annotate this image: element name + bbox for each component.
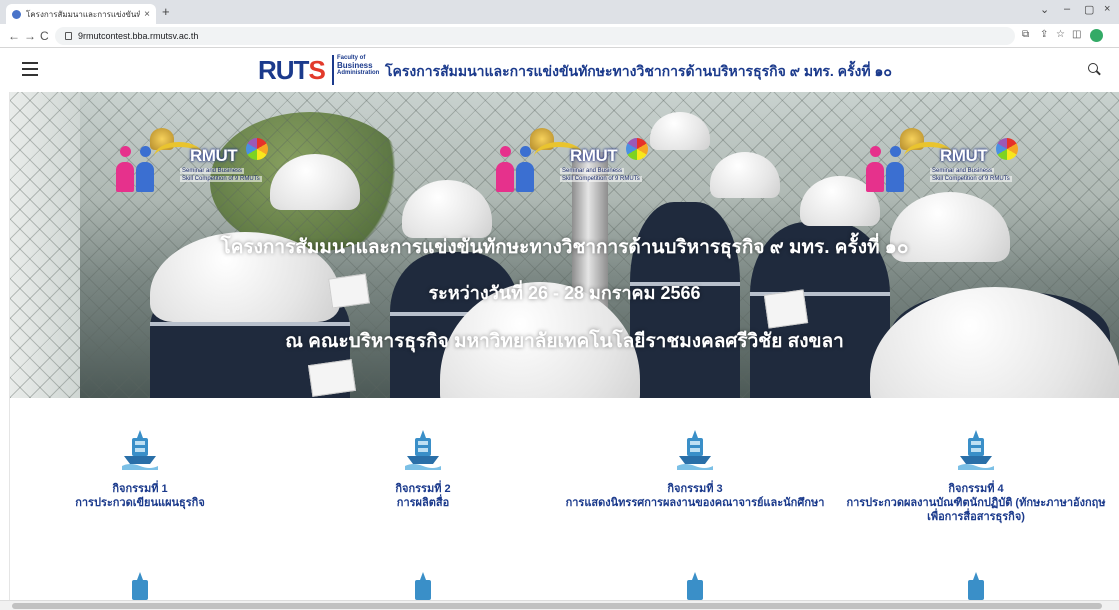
activity-number: กิจกรรมที่ 2	[395, 483, 451, 495]
tab-search-icon[interactable]: ⌄	[1040, 3, 1049, 16]
rmut-emblem: RMUT Seminar and Business Skill Competit…	[110, 128, 280, 198]
url-field[interactable]: 9rmutcontest.bba.rmutsv.ac.th	[55, 27, 1015, 45]
emblem-subtitle: Seminar and Business	[180, 168, 245, 174]
bookmark-star-icon[interactable]: ☆	[1056, 29, 1065, 40]
address-bar: ← → C 9rmutcontest.bba.rmutsv.ac.th ⧉ ⇪ …	[0, 24, 1119, 48]
scrollbar-thumb[interactable]	[12, 603, 1102, 609]
share-icon[interactable]: ⇪	[1040, 29, 1048, 40]
athletes-icon	[116, 146, 164, 192]
rmut-emblem: RMUT Seminar and Business Skill Competit…	[490, 128, 660, 198]
ruts-logo[interactable]: RUTS	[258, 56, 326, 84]
ship-emblem-icon[interactable]	[120, 570, 160, 600]
rmut-emblem: RMUT Seminar and Business Skill Competit…	[860, 128, 1030, 198]
activity-card-2[interactable]: กิจกรรมที่ 2 การผลิตสื่อ	[293, 428, 553, 510]
tab-close-icon[interactable]: ×	[144, 9, 150, 20]
activity-number: กิจกรรมที่ 3	[667, 483, 723, 495]
profile-avatar[interactable]	[1090, 29, 1103, 42]
ship-emblem-icon[interactable]	[956, 570, 996, 600]
browser-tab-bar: โครงการสัมมนาและการแข่งขันทักษะ × + ⌄ – …	[0, 0, 1119, 24]
emblem-subtitle: Skill Competition of 9 RMUTs	[930, 176, 1012, 182]
new-tab-button[interactable]: +	[162, 4, 170, 20]
horizontal-scrollbar[interactable]	[0, 600, 1119, 610]
site-header: RUTS Faculty of Business Administration …	[0, 48, 1119, 92]
browser-tab[interactable]: โครงการสัมมนาและการแข่งขันทักษะ ×	[6, 4, 156, 24]
emblem-subtitle: Seminar and Business	[930, 168, 995, 174]
lock-icon	[65, 32, 72, 40]
emblem-subtitle: Seminar and Business	[560, 168, 625, 174]
ship-emblem-icon[interactable]	[675, 570, 715, 600]
left-edge	[0, 92, 10, 600]
ship-emblem-icon	[958, 430, 994, 470]
side-panel-icon[interactable]: ◫	[1072, 29, 1081, 40]
activity-card-4[interactable]: กิจกรรมที่ 4 การประกวดผลงานบัณฑิตนักปฏิบ…	[846, 428, 1106, 524]
tab-title: โครงการสัมมนาและการแข่งขันทักษะ	[26, 9, 141, 19]
activity-title: การผลิตสื่อ	[396, 497, 450, 509]
back-button[interactable]: ←	[8, 28, 20, 44]
hero-banner: RMUT Seminar and Business Skill Competit…	[10, 92, 1119, 398]
activities-section: กิจกรรมที่ 1 การประกวดเขียนแผนธุรกิจ กิจ…	[10, 398, 1119, 610]
reload-button[interactable]: C	[40, 28, 49, 44]
restore-button[interactable]: ▢	[1084, 3, 1094, 16]
activity-card-3[interactable]: กิจกรรมที่ 3 การแสดงนิทรรศการผลงานของคณา…	[565, 428, 825, 510]
site-title[interactable]: โครงการสัมมนาและการแข่งขันทักษะทางวิชากา…	[385, 61, 892, 83]
minimize-button[interactable]: –	[1064, 3, 1070, 15]
translate-icon[interactable]: ⧉	[1022, 29, 1029, 40]
search-icon[interactable]	[1088, 63, 1098, 73]
menu-icon[interactable]	[22, 62, 38, 76]
ship-emblem-icon	[405, 430, 441, 470]
emblem-title: RMUT	[570, 146, 618, 165]
hero-paper	[307, 359, 357, 397]
activity-card-1[interactable]: กิจกรรมที่ 1 การประกวดเขียนแผนธุรกิจ	[10, 428, 270, 510]
emblem-title: RMUT	[940, 146, 988, 165]
url-text: 9rmutcontest.bba.rmutsv.ac.th	[78, 31, 199, 41]
activity-number: กิจกรรมที่ 1	[112, 483, 168, 495]
activity-number: กิจกรรมที่ 4	[948, 483, 1004, 495]
activity-title: การประกวดเขียนแผนธุรกิจ	[75, 497, 205, 509]
ship-emblem-icon[interactable]	[403, 570, 443, 600]
activity-title: การประกวดผลงานบัณฑิตนักปฏิบัติ (ทักษะภาษ…	[846, 497, 1106, 523]
business-admin-logo: Faculty of Business Administration	[332, 55, 379, 85]
flower-icon	[996, 138, 1018, 160]
athletes-icon	[866, 146, 914, 192]
emblem-subtitle: Skill Competition of 9 RMUTs	[180, 176, 262, 182]
activity-title: การแสดงนิทรรศการผลงานของคณาจารย์และนักศึ…	[565, 497, 825, 509]
window-close-button[interactable]: ×	[1104, 3, 1110, 15]
emblem-subtitle: Skill Competition of 9 RMUTs	[560, 176, 642, 182]
site-favicon-icon	[12, 9, 21, 19]
ship-emblem-icon	[677, 430, 713, 470]
emblem-title: RMUT	[190, 146, 238, 165]
athletes-icon	[496, 146, 544, 192]
hero-title: โครงการสัมมนาและการแข่งขันทักษะทางวิชากา…	[220, 237, 909, 258]
hero-venue: ณ คณะบริหารธุรกิจ มหาวิทยาลัยเทคโนโลยีรา…	[285, 331, 844, 352]
hero-dates: ระหว่างวันที่ 26 - 28 มกราคม 2566	[428, 283, 701, 303]
flower-icon	[626, 138, 648, 160]
forward-button[interactable]: →	[24, 28, 36, 44]
ship-emblem-icon	[122, 430, 158, 470]
flower-icon	[246, 138, 268, 160]
